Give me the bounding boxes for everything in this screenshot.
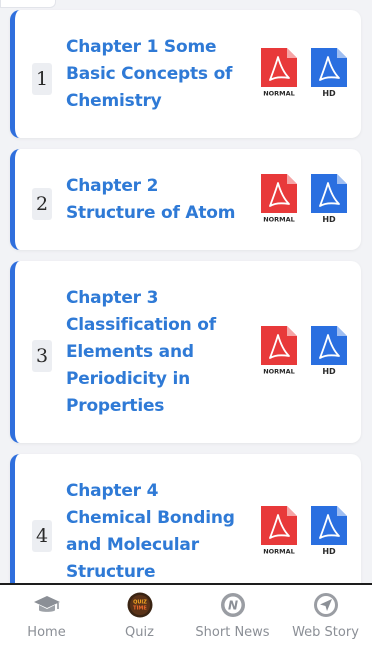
chapter-card-3[interactable]: 3 Chapter 3 Classification of Elements a… (10, 261, 361, 443)
hd-label: HD (322, 89, 336, 98)
pdf-normal-icon: NORMAL (261, 174, 297, 224)
quiz-time-icon: QUIZ TIME (126, 591, 154, 619)
nav-quiz-label: Quiz (125, 625, 154, 640)
hd-label: HD (322, 215, 336, 224)
pdf-hd-icon: HD (311, 506, 347, 556)
bottom-navigation: Home QUIZ TIME Quiz N Short News Web Sto… (0, 583, 372, 648)
download-normal-pdf-button[interactable]: NORMAL (261, 48, 297, 98)
nav-short-news[interactable]: N Short News (186, 585, 279, 648)
pdf-hd-icon: HD (311, 326, 347, 376)
chapter-card-1[interactable]: 1 Chapter 1 Some Basic Concepts of Chemi… (10, 10, 361, 138)
chapter-number: 2 (32, 188, 52, 220)
download-normal-pdf-button[interactable]: NORMAL (261, 174, 297, 224)
hd-label: HD (322, 367, 336, 376)
pdf-hd-icon: HD (311, 48, 347, 98)
chapter-title[interactable]: Chapter 4 Chemical Bonding and Molecular… (66, 478, 246, 586)
normal-label: NORMAL (263, 548, 295, 556)
download-hd-pdf-button[interactable]: HD (311, 506, 347, 556)
download-hd-pdf-button[interactable]: HD (311, 48, 347, 98)
pdf-hd-icon: HD (311, 174, 347, 224)
chapter-number: 1 (32, 63, 52, 95)
quiz-logo-text-2: TIME (133, 606, 147, 612)
chapter-number: 4 (32, 520, 52, 552)
chapter-number: 3 (32, 340, 52, 372)
nav-home-label: Home (27, 625, 66, 640)
pdf-normal-icon: NORMAL (261, 326, 297, 376)
normal-label: NORMAL (263, 216, 295, 224)
previous-item-edge (0, 0, 56, 8)
svg-text:N: N (227, 599, 237, 613)
download-hd-pdf-button[interactable]: HD (311, 326, 347, 376)
pdf-normal-icon: NORMAL (261, 506, 297, 556)
pdf-normal-icon: NORMAL (261, 48, 297, 98)
news-n-icon: N (219, 591, 247, 619)
download-normal-pdf-button[interactable]: NORMAL (261, 326, 297, 376)
graduation-cap-icon (33, 591, 61, 619)
nav-home[interactable]: Home (0, 585, 93, 648)
chapter-title[interactable]: Chapter 3 Classification of Elements and… (66, 285, 246, 420)
paper-plane-icon (312, 591, 340, 619)
chapter-title[interactable]: Chapter 1 Some Basic Concepts of Chemist… (66, 34, 246, 115)
normal-label: NORMAL (263, 368, 295, 376)
download-hd-pdf-button[interactable]: HD (311, 174, 347, 224)
chapter-title[interactable]: Chapter 2 Structure of Atom (66, 173, 246, 227)
normal-label: NORMAL (263, 90, 295, 98)
nav-web-story-label: Web Story (292, 625, 359, 640)
nav-web-story[interactable]: Web Story (279, 585, 372, 648)
nav-short-news-label: Short News (195, 625, 270, 640)
chapter-card-2[interactable]: 2 Chapter 2 Structure of Atom NORMAL HD (10, 149, 361, 250)
nav-quiz[interactable]: QUIZ TIME Quiz (93, 585, 186, 648)
hd-label: HD (322, 547, 336, 556)
download-normal-pdf-button[interactable]: NORMAL (261, 506, 297, 556)
